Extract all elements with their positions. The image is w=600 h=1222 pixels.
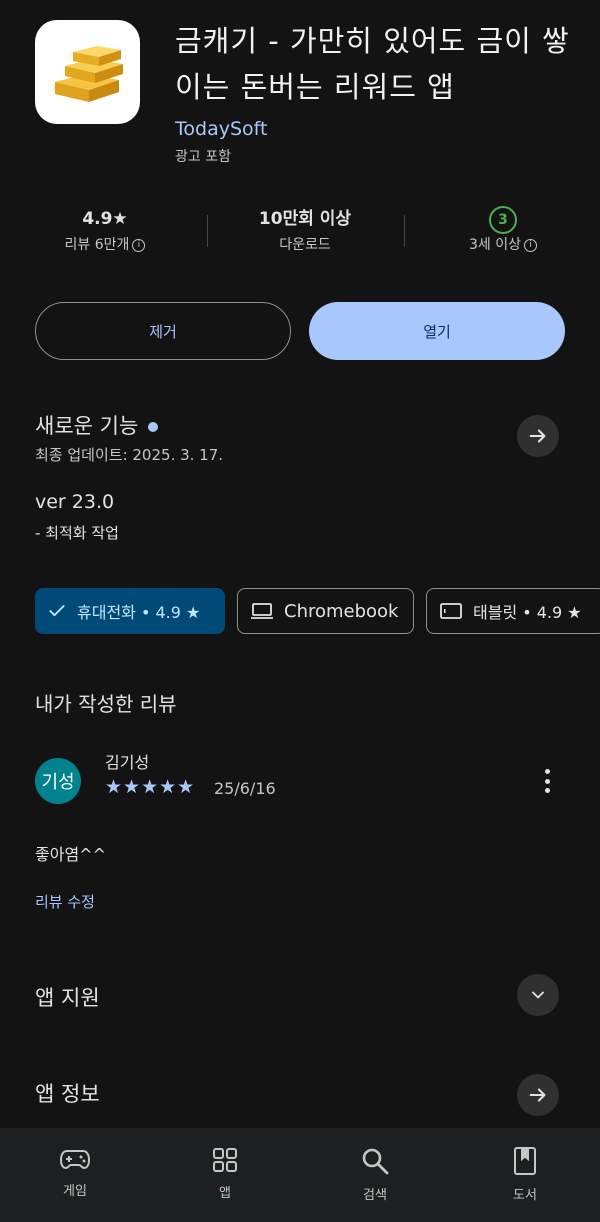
bottom-navigation: 게임 앱 검색 도서: [0, 1128, 600, 1222]
more-options-icon[interactable]: [537, 766, 557, 796]
whats-new-title: 새로운 기능: [35, 410, 159, 440]
app-info-title[interactable]: 앱 정보: [35, 1078, 100, 1108]
tablet-icon: [440, 603, 462, 619]
gamepad-icon: [59, 1150, 91, 1170]
app-support-expand-button[interactable]: [517, 974, 559, 1016]
review-date: 25/6/16: [214, 779, 276, 798]
chip-chromebook[interactable]: Chromebook: [237, 588, 414, 634]
ad-label: 광고 포함: [175, 149, 231, 165]
open-button[interactable]: 열기: [309, 302, 565, 360]
nav-books[interactable]: 도서: [450, 1128, 600, 1222]
arrow-right-icon: [529, 429, 546, 443]
app-icon-gold-bars: [35, 20, 140, 124]
my-review-title: 내가 작성한 리뷰: [35, 692, 177, 716]
chevron-down-icon: [532, 991, 544, 999]
avatar: 기성: [35, 758, 81, 804]
bookmark-book-icon: [514, 1147, 536, 1175]
downloads-value: 10만회 이상: [258, 209, 352, 229]
app-support-title[interactable]: 앱 지원: [35, 982, 100, 1012]
check-icon: [49, 605, 65, 617]
age-rating-stat[interactable]: 3 3세 이상 i: [448, 205, 558, 257]
chip-tablet-label: 태블릿 • 4.9 ★: [473, 603, 582, 622]
chip-phone[interactable]: 휴대전화 • 4.9 ★: [35, 588, 225, 634]
last-updated: 최종 업데이트: 2025. 3. 17.: [35, 446, 224, 464]
review-stars: ★★★★★: [105, 776, 196, 798]
chip-tablet[interactable]: 태블릿 • 4.9 ★: [426, 588, 600, 634]
review-count: 리뷰 6만개: [64, 237, 130, 253]
new-indicator-dot: [148, 422, 159, 432]
nav-apps-label: 앱: [219, 1186, 231, 1201]
nav-apps[interactable]: 앱: [150, 1128, 300, 1222]
chip-chromebook-label: Chromebook: [284, 600, 399, 622]
info-icon: i: [524, 238, 537, 252]
nav-search[interactable]: 검색: [300, 1128, 450, 1222]
nav-games[interactable]: 게임: [0, 1128, 150, 1222]
whats-new-arrow-button[interactable]: [517, 415, 559, 457]
reviewer-name: 김기성: [105, 753, 150, 772]
arrow-right-icon: [529, 1088, 546, 1102]
rating-stat[interactable]: 4.9★ 리뷰 6만개 i: [45, 205, 165, 257]
laptop-icon: [251, 603, 273, 619]
app-info-arrow-button[interactable]: [517, 1074, 559, 1116]
edit-review-link[interactable]: 리뷰 수정: [35, 891, 95, 912]
downloads-stat: 10만회 이상 다운로드: [240, 205, 370, 257]
version-text: ver 23.0: [35, 491, 115, 513]
whats-new-title-text: 새로운 기능: [35, 414, 139, 438]
stat-divider: [207, 215, 208, 247]
downloads-label: 다운로드: [279, 237, 331, 253]
nav-search-label: 검색: [363, 1188, 387, 1203]
nav-books-label: 도서: [513, 1188, 537, 1203]
apps-grid-icon: [213, 1148, 237, 1172]
version-note: - 최적화 작업: [35, 524, 119, 542]
nav-games-label: 게임: [63, 1184, 87, 1199]
developer-link[interactable]: TodaySoft: [175, 118, 267, 140]
stat-divider: [404, 215, 405, 247]
app-header: 금캐기 - 가만히 있어도 금이 쌓이는 돈버는 리워드 앱 TodaySoft…: [0, 0, 600, 180]
info-icon: i: [132, 238, 146, 252]
app-title: 금캐기 - 가만히 있어도 금이 쌓이는 돈버는 리워드 앱: [175, 24, 570, 104]
review-text: 좋아염^^: [35, 845, 106, 864]
rating-value: 4.9★: [82, 209, 128, 229]
chip-phone-label: 휴대전화 • 4.9 ★: [77, 603, 201, 622]
search-icon: [362, 1148, 389, 1175]
uninstall-button[interactable]: 제거: [35, 302, 291, 360]
age-rating-label: 3세 이상: [469, 237, 521, 253]
age-rating-badge: 3: [489, 206, 517, 234]
